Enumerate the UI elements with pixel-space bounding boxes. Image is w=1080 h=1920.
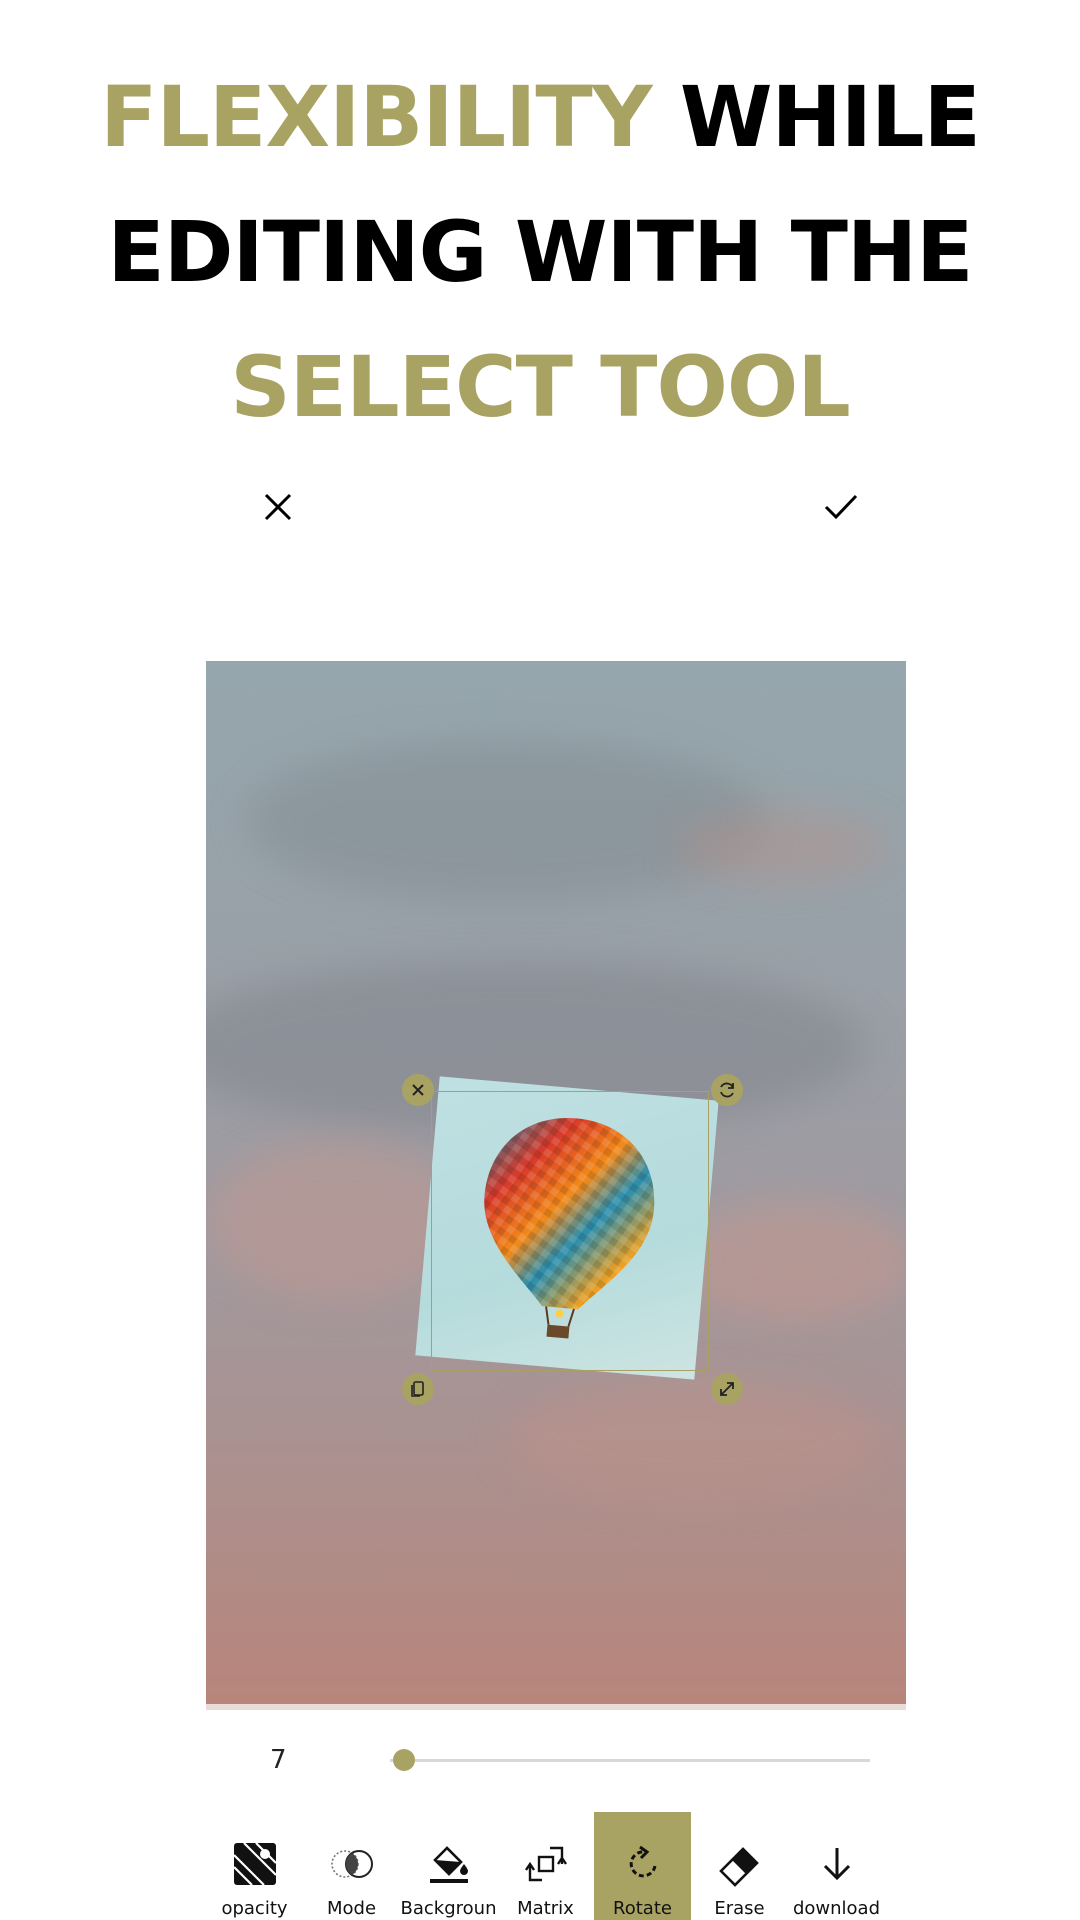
selection-box bbox=[431, 1091, 709, 1371]
resize-icon bbox=[720, 1382, 734, 1396]
slider-track[interactable] bbox=[390, 1749, 870, 1771]
headline-line-1: FLEXIBILITY WHILE bbox=[0, 50, 1080, 185]
tool-download[interactable]: download bbox=[788, 1812, 885, 1920]
tool-label: opacity bbox=[221, 1898, 288, 1919]
slider-value: 7 bbox=[270, 1745, 287, 1775]
editing-canvas[interactable] bbox=[206, 661, 906, 1710]
tool-label: Backgroun bbox=[400, 1898, 497, 1919]
cancel-button[interactable] bbox=[251, 480, 305, 534]
matrix-icon bbox=[524, 1846, 567, 1882]
headline: FLEXIBILITY WHILE EDITING WITH THE SELEC… bbox=[0, 50, 1080, 455]
confirm-button[interactable] bbox=[814, 480, 868, 534]
delete-handle[interactable] bbox=[402, 1074, 434, 1106]
opacity-icon bbox=[232, 1842, 277, 1886]
tool-opacity[interactable]: opacity bbox=[206, 1812, 303, 1920]
paint-bucket-icon bbox=[429, 1846, 468, 1883]
flip-handle[interactable] bbox=[402, 1373, 434, 1405]
tool-background[interactable]: Backgroun bbox=[400, 1812, 497, 1920]
check-icon bbox=[824, 494, 858, 520]
tool-label: Rotate bbox=[613, 1898, 672, 1919]
blend-mode-icon bbox=[330, 1850, 373, 1878]
download-icon bbox=[823, 1848, 850, 1881]
flip-icon bbox=[411, 1381, 424, 1397]
sky-cloud bbox=[676, 811, 886, 881]
tool-matrix[interactable]: Matrix bbox=[497, 1812, 594, 1920]
tool-rotate[interactable]: Rotate bbox=[594, 1812, 691, 1920]
rotate-handle[interactable] bbox=[711, 1074, 743, 1106]
sky-cloud bbox=[676, 1201, 906, 1321]
headline-line-3: SELECT TOOL bbox=[230, 338, 851, 436]
rotate-icon bbox=[720, 1082, 734, 1098]
resize-handle[interactable] bbox=[711, 1373, 743, 1405]
tool-label: Erase bbox=[714, 1898, 765, 1919]
slider-thumb[interactable] bbox=[393, 1749, 416, 1771]
eraser-icon bbox=[718, 1847, 759, 1887]
sky-cloud bbox=[506, 1381, 886, 1501]
tool-mode[interactable]: Mode bbox=[303, 1812, 400, 1920]
rotate-icon bbox=[629, 1845, 656, 1878]
bottom-toolbar: opacity Mode Backgroun Matrix Rotate Era… bbox=[206, 1812, 906, 1920]
tool-erase[interactable]: Erase bbox=[691, 1812, 788, 1920]
headline-word: WHILE bbox=[679, 68, 981, 166]
sky-cloud bbox=[246, 741, 766, 901]
value-slider: 7 bbox=[0, 1740, 1080, 1780]
tool-label: Matrix bbox=[517, 1898, 574, 1919]
close-icon bbox=[412, 1084, 424, 1096]
tool-label: download bbox=[792, 1898, 881, 1919]
headline-accent-word: FLEXIBILITY bbox=[100, 68, 652, 166]
close-icon bbox=[264, 493, 292, 521]
tool-label: Mode bbox=[326, 1898, 377, 1919]
headline-line-2: EDITING WITH THE bbox=[107, 203, 973, 301]
